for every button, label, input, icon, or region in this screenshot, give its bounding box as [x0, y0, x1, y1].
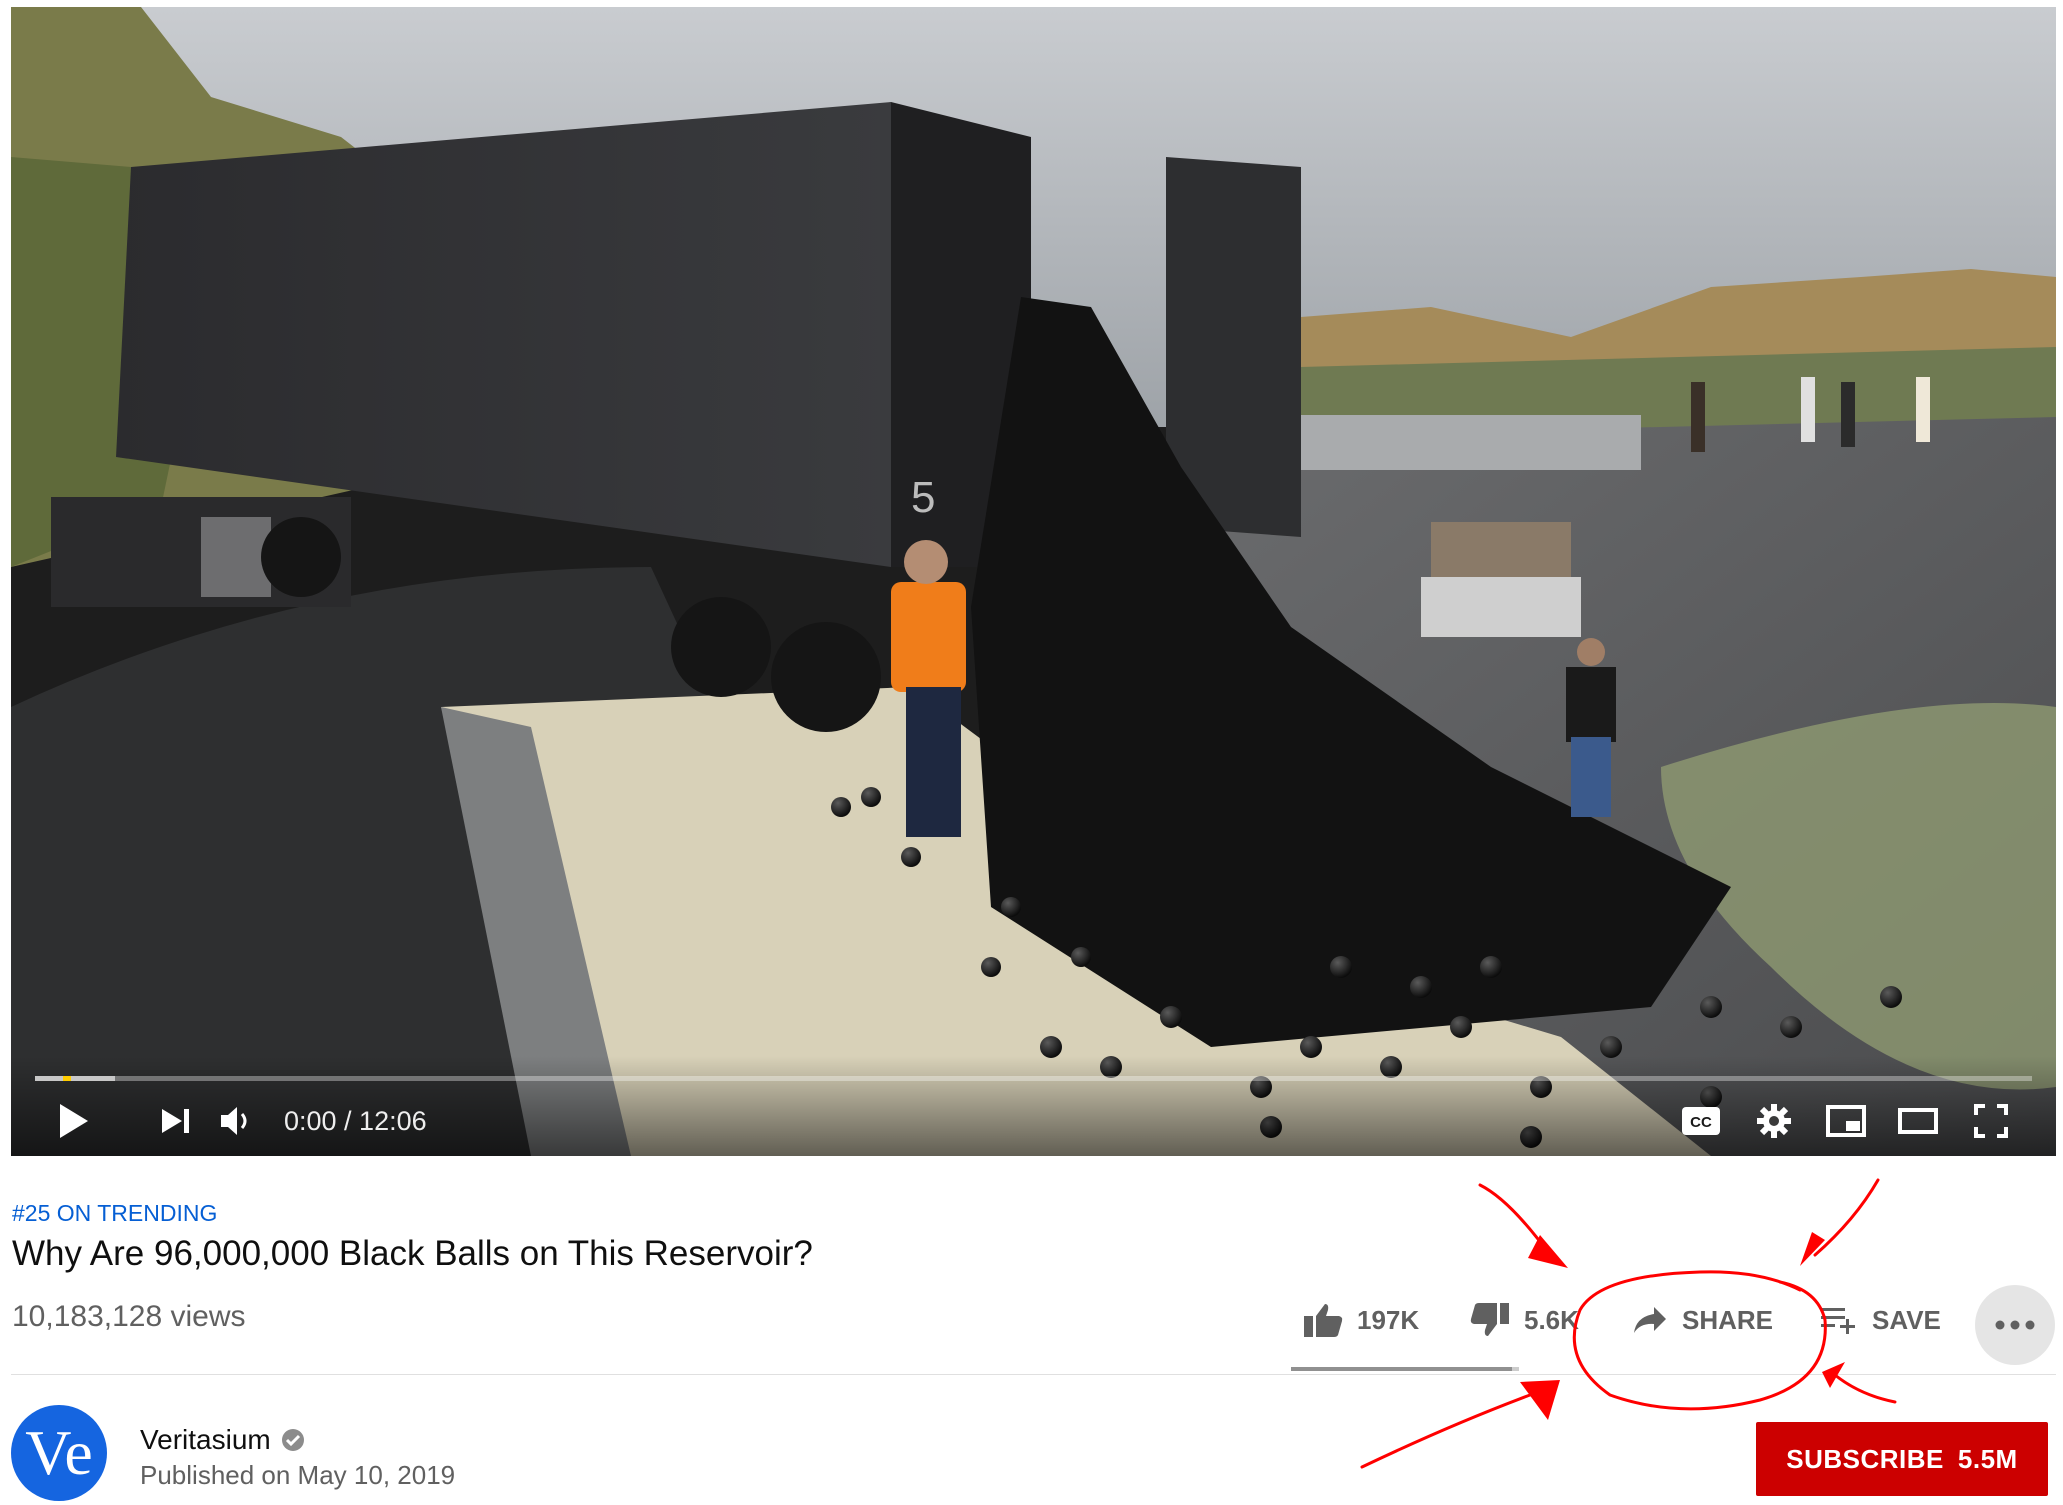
- view-count: 10,183,128 views: [12, 1300, 246, 1333]
- channel-avatar[interactable]: Ve: [11, 1405, 107, 1501]
- play-button[interactable]: [49, 1101, 99, 1141]
- thumbs-up-icon: [1304, 1304, 1343, 1337]
- publish-date: Published on May 10, 2019: [140, 1460, 456, 1490]
- subscriber-count: 5.5M: [1957, 1443, 2018, 1474]
- sentiment-bar: [1291, 1367, 1519, 1371]
- annotation-arrow-top-right: [1813, 1178, 1880, 1257]
- share-label: SHARE: [1682, 1304, 1774, 1335]
- volume-button[interactable]: [211, 1101, 261, 1141]
- add-to-playlist-icon: [1821, 1308, 1855, 1334]
- share-icon: [1634, 1307, 1666, 1333]
- like-count: 197K: [1357, 1304, 1420, 1335]
- channel-name-row: Veritasium: [140, 1424, 305, 1456]
- fullscreen-icon: [1974, 1104, 2008, 1138]
- next-button[interactable]: [151, 1101, 201, 1141]
- save-label: SAVE: [1872, 1304, 1941, 1335]
- subscribe-button[interactable]: SUBSCRIBE 5.5M: [1756, 1422, 2048, 1496]
- divider: [11, 1374, 2056, 1375]
- more-horizontal-icon: [1995, 1320, 2035, 1330]
- dislike-button[interactable]: 5.6K: [1470, 1290, 1579, 1350]
- captions-icon: CC: [1682, 1107, 1720, 1135]
- theater-button[interactable]: [1893, 1101, 1943, 1141]
- fullscreen-button[interactable]: [1966, 1101, 2016, 1141]
- settings-button[interactable]: [1749, 1101, 1799, 1141]
- svg-text:5: 5: [911, 473, 935, 522]
- thumbs-down-icon: [1470, 1303, 1509, 1336]
- progress-bar[interactable]: [35, 1076, 2032, 1081]
- theater-icon: [1898, 1108, 1938, 1134]
- share-button[interactable]: SHARE: [1632, 1290, 1773, 1350]
- like-button[interactable]: 197K: [1303, 1290, 1419, 1350]
- time-display: 0:00 / 12:06: [284, 1106, 427, 1136]
- annotation-arrow-top-left: [1478, 1183, 1552, 1257]
- verified-badge-icon: [281, 1429, 304, 1451]
- buffer-fill: [35, 1076, 115, 1081]
- channel-name[interactable]: Veritasium: [140, 1424, 271, 1456]
- trending-link[interactable]: #25 ON TRENDING: [12, 1200, 217, 1227]
- save-button[interactable]: SAVE: [1820, 1290, 1941, 1350]
- miniplayer-icon: [1826, 1105, 1866, 1137]
- svg-text:CC: CC: [1690, 1114, 1712, 1131]
- miniplayer-button[interactable]: [1821, 1101, 1871, 1141]
- dislike-count: 5.6K: [1524, 1304, 1579, 1335]
- ad-marker: [63, 1076, 71, 1081]
- annotation-arrow-bottom-left: [1360, 1393, 1532, 1469]
- settings-icon: [1757, 1104, 1791, 1138]
- volume-icon: [221, 1107, 247, 1135]
- sentiment-dislike-fill: [1512, 1367, 1519, 1371]
- subscribe-label: SUBSCRIBE: [1786, 1443, 1944, 1474]
- video-player[interactable]: 5 0:00 / 12:06 CC: [11, 7, 2056, 1156]
- video-title: Why Are 96,000,000 Black Balls on This R…: [12, 1234, 813, 1273]
- avatar-text: Ve: [25, 1417, 93, 1488]
- player-controls: 0:00 / 12:06 CC: [11, 1056, 2056, 1156]
- captions-button[interactable]: CC: [1676, 1101, 1726, 1141]
- next-icon: [162, 1109, 189, 1133]
- more-actions-button[interactable]: [1975, 1285, 2055, 1365]
- video-frame: 5: [11, 7, 2056, 1156]
- play-icon: [60, 1104, 88, 1138]
- annotation-arrow-bottom-right: [1833, 1373, 1897, 1404]
